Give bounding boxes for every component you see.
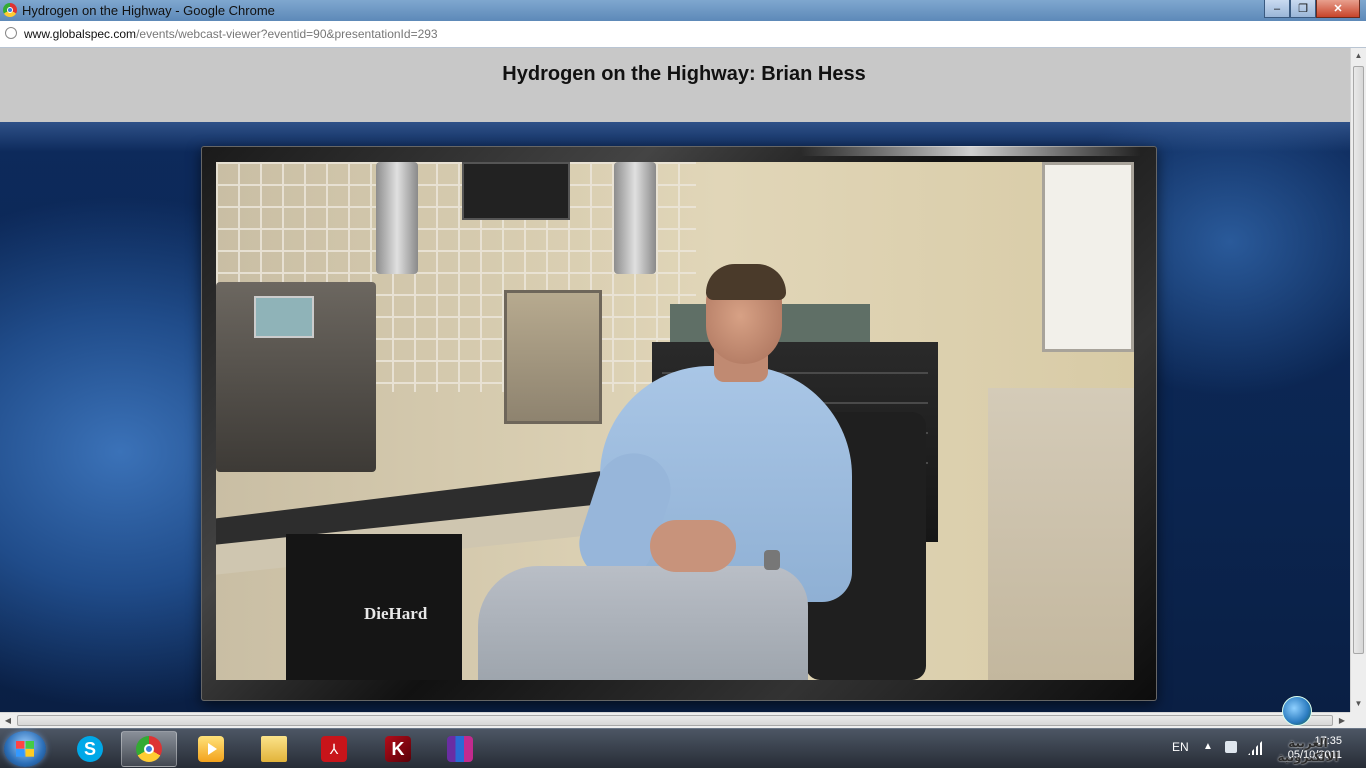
winrar-icon	[447, 736, 473, 762]
taskbar-media-player[interactable]	[183, 731, 239, 767]
chrome-icon	[136, 736, 162, 762]
close-button[interactable]: ✕	[1316, 0, 1360, 18]
scroll-up-arrow-icon[interactable]: ▲	[1351, 48, 1366, 64]
window-title: Hydrogen on the Highway - Google Chrome	[22, 3, 275, 18]
clock-date: 05/10/2011	[1287, 749, 1342, 761]
scroll-left-arrow-icon[interactable]: ◀	[0, 713, 16, 728]
network-signal-icon[interactable]	[1248, 741, 1262, 755]
url-path: /events/webcast-viewer?eventid=90&presen…	[136, 27, 438, 41]
taskbar-winrar[interactable]	[432, 731, 488, 767]
video-cylinder-right	[614, 162, 656, 274]
minimize-button[interactable]: –	[1264, 0, 1290, 18]
page-content: Hydrogen on the Highway: Brian Hess DieH…	[0, 48, 1350, 712]
charger-label: DieHard	[364, 604, 428, 623]
scrollbar-corner	[1350, 712, 1366, 728]
url-host: www.globalspec.com	[24, 27, 137, 41]
video-fuel-cell	[504, 290, 602, 424]
window-controls: – ❐ ✕	[1264, 0, 1360, 18]
taskbar-explorer[interactable]	[246, 731, 302, 767]
webcast-stage: DieHard	[0, 122, 1350, 712]
taskbar-adobe-reader[interactable]: ⅄	[306, 731, 362, 767]
show-hidden-icons-icon[interactable]: ▲	[1203, 741, 1213, 752]
page-title: Hydrogen on the Highway: Brian Hess	[502, 63, 866, 85]
battery-icon[interactable]	[1225, 741, 1237, 753]
taskbar-skype[interactable]: S	[62, 731, 118, 767]
video-player[interactable]: DieHard	[216, 162, 1134, 680]
video-battery-charger: DieHard	[286, 534, 462, 680]
kaspersky-icon: K	[385, 736, 411, 762]
skype-icon: S	[77, 736, 103, 762]
window-titlebar[interactable]: Hydrogen on the Highway - Google Chrome …	[0, 0, 1366, 21]
video-person-watch	[764, 550, 780, 570]
vertical-scrollbar[interactable]: ▲ ▼	[1350, 48, 1366, 712]
video-frame: DieHard	[201, 146, 1157, 701]
oscilloscope-screen	[254, 296, 314, 338]
page-info-icon[interactable]	[5, 27, 17, 39]
video-cylinder-left	[376, 162, 418, 274]
taskbar-kaspersky[interactable]: K	[370, 731, 426, 767]
video-oscilloscope	[216, 282, 376, 472]
address-bar[interactable]: www.globalspec.com/events/webcast-viewer…	[0, 21, 1366, 48]
maximize-button[interactable]: ❐	[1290, 0, 1316, 18]
pdf-icon: ⅄	[321, 736, 347, 762]
folder-icon	[261, 736, 287, 762]
scroll-right-arrow-icon[interactable]: ▶	[1334, 713, 1350, 728]
horizontal-scroll-thumb[interactable]	[17, 715, 1333, 726]
vertical-scroll-thumb[interactable]	[1353, 66, 1364, 654]
media-player-icon	[198, 736, 224, 762]
start-button[interactable]	[4, 731, 46, 767]
taskbar: S ⅄ K EN ▲ 17:35 05/10/2011	[0, 728, 1366, 768]
video-monitor	[462, 162, 570, 220]
video-person-hair	[706, 264, 786, 300]
chrome-logo-icon	[3, 3, 17, 17]
video-whiteboard	[1042, 162, 1134, 352]
video-person-legs	[478, 566, 808, 680]
clock-time: 17:35	[1314, 735, 1342, 747]
windows-logo-icon	[16, 741, 34, 757]
frame-shine	[801, 146, 1141, 156]
video-person-hands	[650, 520, 736, 572]
horizontal-scrollbar[interactable]: ◀ ▶	[0, 712, 1350, 728]
taskbar-chrome[interactable]	[121, 731, 177, 767]
language-indicator[interactable]: EN	[1172, 740, 1189, 754]
system-clock[interactable]: 17:35 05/10/2011	[1278, 734, 1342, 762]
scroll-down-arrow-icon[interactable]: ▼	[1351, 696, 1366, 712]
url-text[interactable]: www.globalspec.com/events/webcast-viewer…	[24, 27, 438, 41]
video-shelf	[988, 388, 1134, 680]
